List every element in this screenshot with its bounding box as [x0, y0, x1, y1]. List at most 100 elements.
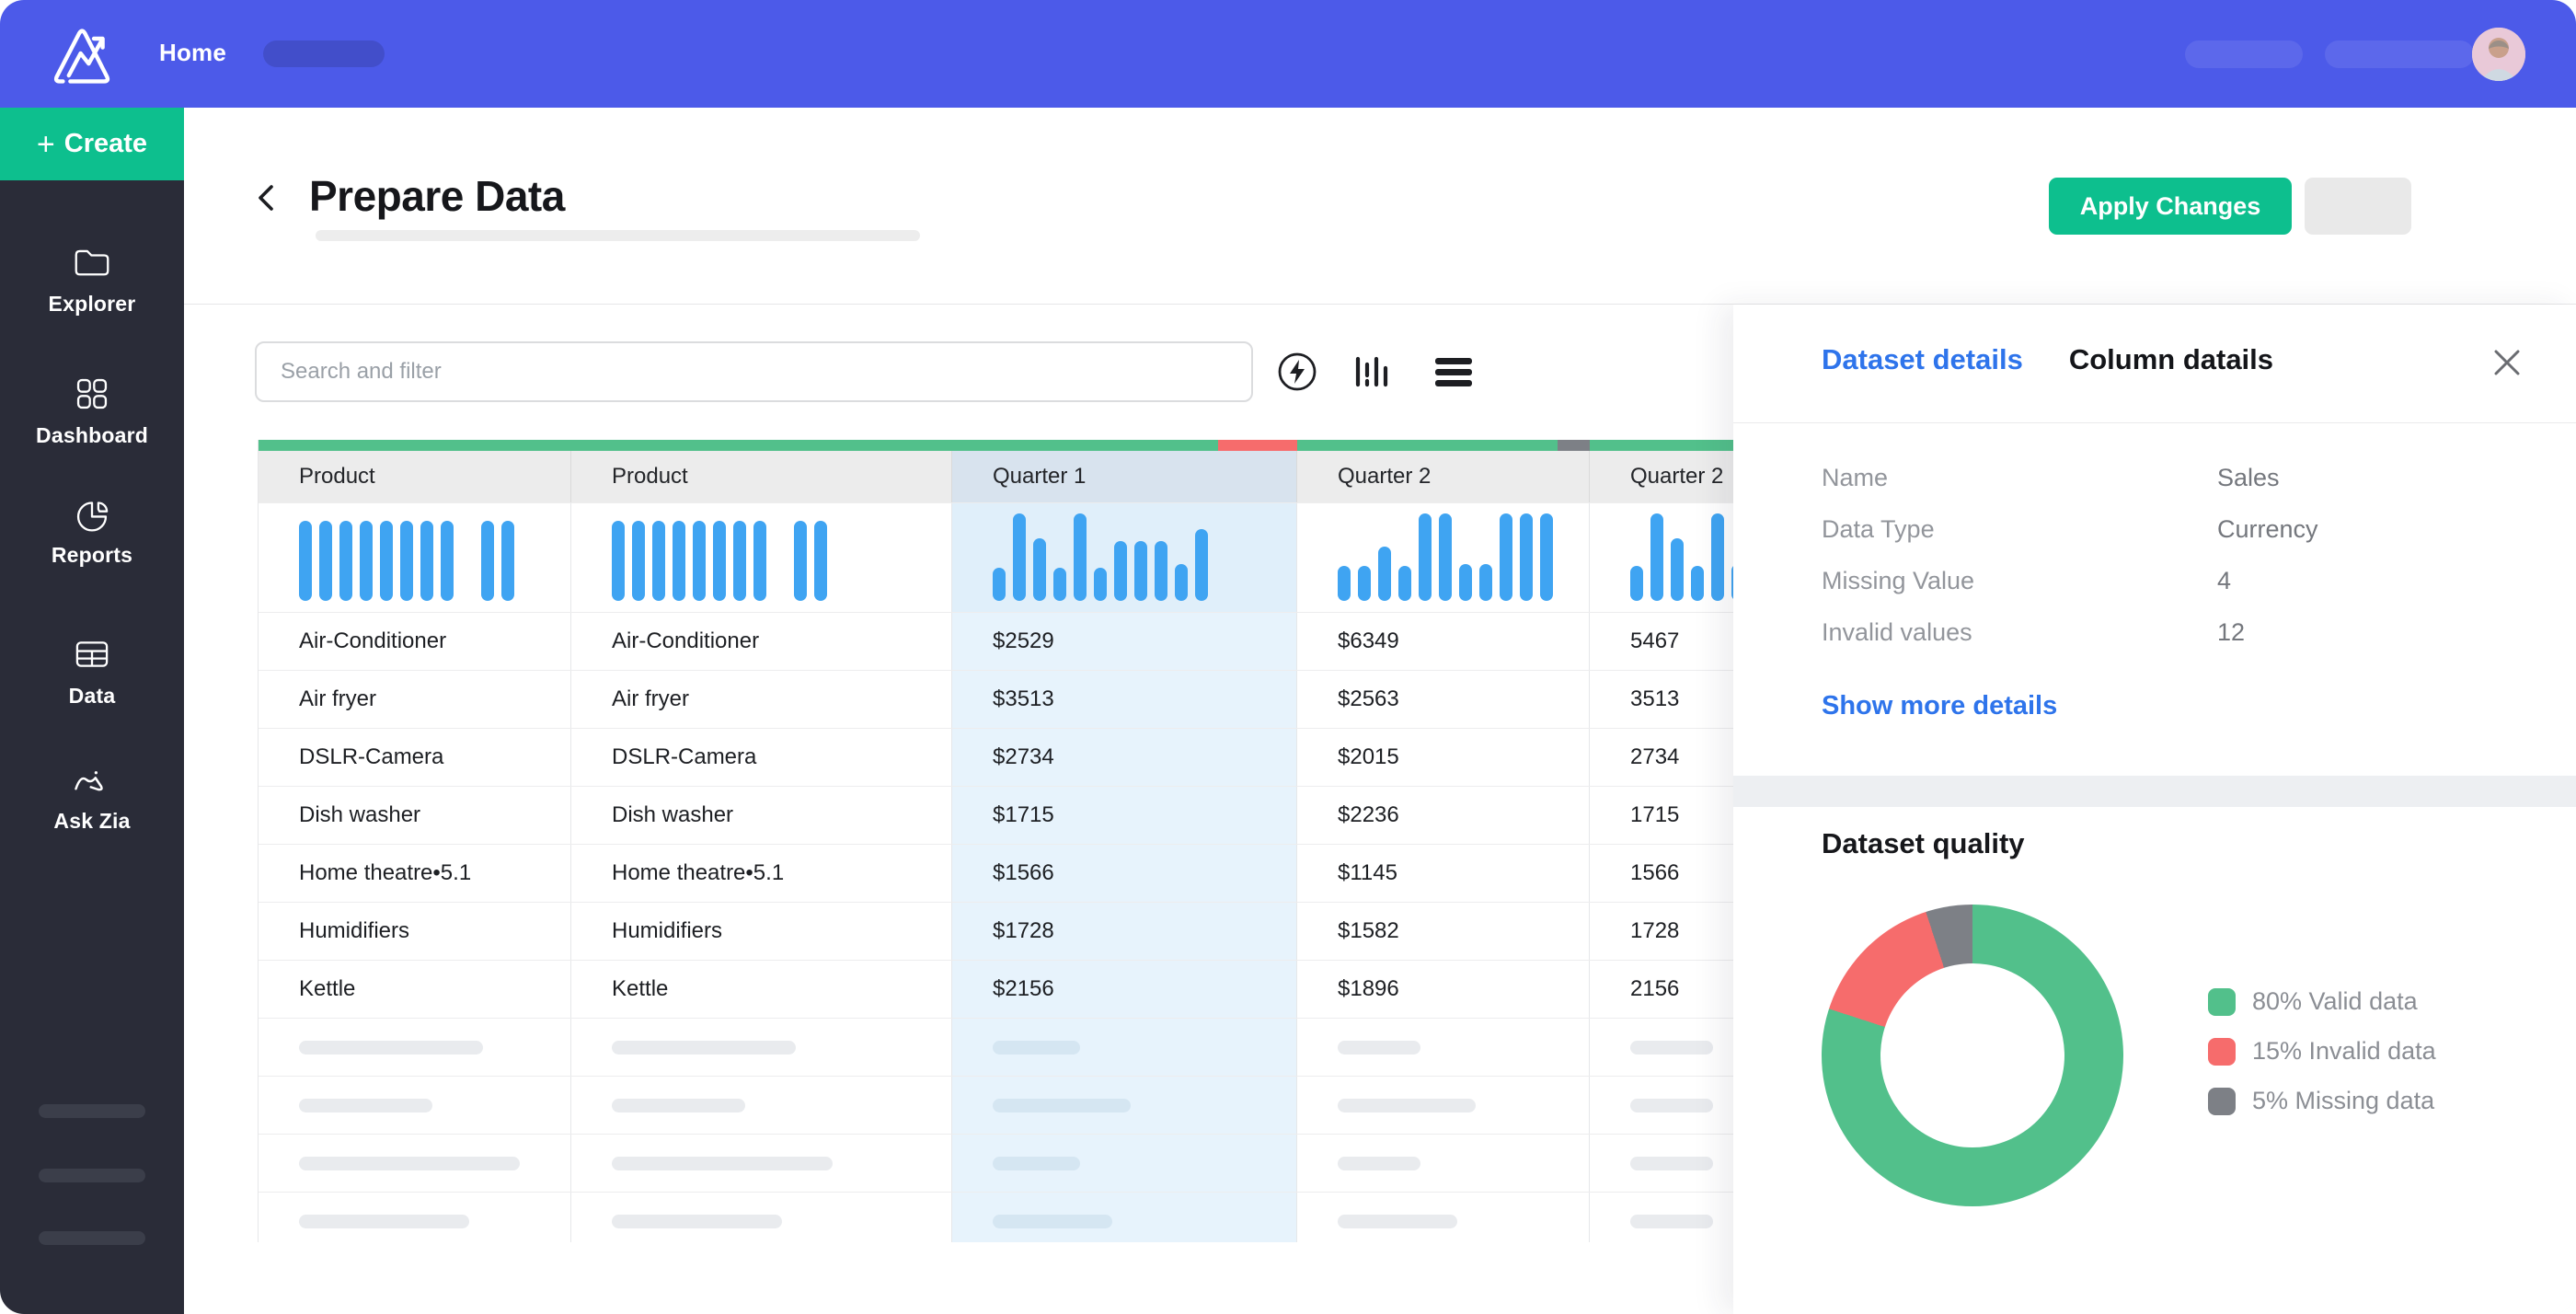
legend-swatch: [2208, 1088, 2236, 1115]
table-histogram-row: [259, 503, 1733, 613]
placeholder-pill: [612, 1041, 796, 1055]
table-cell[interactable]: $2015: [1297, 729, 1590, 786]
column-header[interactable]: Product: [571, 451, 952, 502]
placeholder-pill: [299, 1157, 520, 1170]
back-button[interactable]: [247, 178, 287, 218]
table-cell[interactable]: $2236: [1297, 787, 1590, 844]
sidebar-item-explorer[interactable]: Explorer: [0, 241, 184, 317]
table-cell[interactable]: Kettle: [571, 961, 952, 1018]
table-cell[interactable]: 1728: [1590, 903, 1733, 960]
sidebar-item-dashboard[interactable]: Dashboard: [0, 373, 184, 448]
table-cell[interactable]: Kettle: [259, 961, 571, 1018]
auto-suggest-icon[interactable]: [1277, 352, 1317, 392]
table-cell[interactable]: $2156: [952, 961, 1297, 1018]
table-cell[interactable]: Air fryer: [571, 671, 952, 728]
table-cell[interactable]: Home theatre•5.1: [259, 845, 571, 902]
tab-dataset-details[interactable]: Dataset details: [1822, 343, 2023, 376]
table-cell[interactable]: Dish washer: [571, 787, 952, 844]
table-cell[interactable]: $6349: [1297, 613, 1590, 670]
show-more-details-link[interactable]: Show more details: [1822, 691, 2057, 721]
table-cell[interactable]: 1566: [1590, 845, 1733, 902]
table-cell[interactable]: $1582: [1297, 903, 1590, 960]
table-row: HumidifiersHumidifiers$1728$15821728: [259, 903, 1733, 961]
table-cell[interactable]: DSLR-Camera: [571, 729, 952, 786]
table-cell[interactable]: 3513: [1590, 671, 1733, 728]
table-cell[interactable]: $3513: [952, 671, 1297, 728]
placeholder-pill: [612, 1157, 833, 1170]
tab-column-details[interactable]: Column datails: [2069, 343, 2273, 376]
column-histogram-cell[interactable]: [952, 503, 1297, 612]
placeholder-cell: [571, 1019, 952, 1076]
table-cell[interactable]: Humidifiers: [571, 903, 952, 960]
sidebar-item-label: Ask Zia: [53, 809, 130, 834]
column-header[interactable]: Product: [259, 451, 571, 502]
sidebar-item-label: Reports: [52, 543, 132, 568]
sidebar-item-reports[interactable]: Reports: [0, 492, 184, 568]
placeholder-pill: [993, 1099, 1131, 1112]
table-cell[interactable]: $1145: [1297, 845, 1590, 902]
sidebar-item-data[interactable]: Data: [0, 633, 184, 709]
column-histogram-cell[interactable]: [571, 503, 952, 612]
dataset-quality-card: Dataset quality 80% Valid data15% Invali…: [1733, 807, 2576, 1314]
table-cell[interactable]: 2156: [1590, 961, 1733, 1018]
legend-item: 80% Valid data: [2208, 987, 2436, 1016]
table-cell[interactable]: Air-Conditioner: [571, 613, 952, 670]
nav-home[interactable]: Home: [159, 39, 226, 67]
table-cell[interactable]: DSLR-Camera: [259, 729, 571, 786]
table-cell[interactable]: $2734: [952, 729, 1297, 786]
table-cell[interactable]: Air-Conditioner: [259, 613, 571, 670]
table-cell[interactable]: Air fryer: [259, 671, 571, 728]
app-window: Home + Create Explorer: [0, 0, 2576, 1314]
quality-segment-valid: [1297, 440, 1558, 451]
table-quality-bar: [259, 440, 1733, 451]
sidebar-item-ask-zia[interactable]: Ask Zia: [0, 766, 184, 834]
table-cell[interactable]: $1715: [952, 787, 1297, 844]
table-cell[interactable]: Home theatre•5.1: [571, 845, 952, 902]
table-cell[interactable]: $2563: [1297, 671, 1590, 728]
table-cell[interactable]: Humidifiers: [259, 903, 571, 960]
table-cell[interactable]: $1896: [1297, 961, 1590, 1018]
close-icon[interactable]: [2490, 345, 2524, 380]
placeholder-pill: [993, 1157, 1080, 1170]
user-avatar[interactable]: [2472, 28, 2525, 81]
placeholder-cell: [1297, 1077, 1590, 1134]
create-button[interactable]: + Create: [0, 108, 184, 180]
filter-sliders-icon[interactable]: [1351, 352, 1391, 392]
pie-chart-icon: [71, 492, 113, 535]
table-cell[interactable]: 1715: [1590, 787, 1733, 844]
secondary-action-button[interactable]: [2305, 178, 2411, 235]
menu-icon[interactable]: [1435, 358, 1472, 386]
placeholder-pill: [612, 1099, 745, 1112]
table-cell[interactable]: Dish washer: [259, 787, 571, 844]
dataset-quality-title: Dataset quality: [1822, 827, 2025, 860]
field-value: Currency: [2217, 515, 2318, 544]
field-label: Missing Value: [1822, 567, 2217, 595]
table-cell[interactable]: $2529: [952, 613, 1297, 670]
table-row: DSLR-CameraDSLR-Camera$2734$20152734: [259, 729, 1733, 787]
apply-changes-button[interactable]: Apply Changes: [2049, 178, 2292, 235]
search-input[interactable]: [255, 341, 1253, 402]
create-label: Create: [64, 129, 147, 159]
column-histogram-cell[interactable]: [1297, 503, 1590, 612]
table-cell[interactable]: $1566: [952, 845, 1297, 902]
placeholder-cell: [1297, 1135, 1590, 1192]
column-header[interactable]: Quarter 2: [1590, 451, 1733, 502]
placeholder-pill: [1338, 1099, 1476, 1112]
table-cell[interactable]: $1728: [952, 903, 1297, 960]
column-histogram-cell[interactable]: [1590, 503, 1733, 612]
field-row-invalid-values: Invalid values 12: [1822, 617, 2318, 647]
table-cell[interactable]: 2734: [1590, 729, 1733, 786]
column-header[interactable]: Quarter 1: [952, 451, 1297, 502]
sidebar-placeholder: [39, 1104, 145, 1118]
analytics-logo-icon[interactable]: [42, 17, 116, 90]
column-histogram-cell[interactable]: [259, 503, 571, 612]
table-icon: [71, 633, 113, 675]
placeholder-pill: [299, 1041, 483, 1055]
field-row-data-type: Data Type Currency: [1822, 514, 2318, 544]
legend-label: 80% Valid data: [2252, 987, 2418, 1016]
table-cell[interactable]: 5467: [1590, 613, 1733, 670]
placeholder-cell: [259, 1077, 571, 1134]
column-header[interactable]: Quarter 2: [1297, 451, 1590, 502]
sidebar-placeholder: [39, 1169, 145, 1182]
table-row: Air fryerAir fryer$3513$25633513: [259, 671, 1733, 729]
